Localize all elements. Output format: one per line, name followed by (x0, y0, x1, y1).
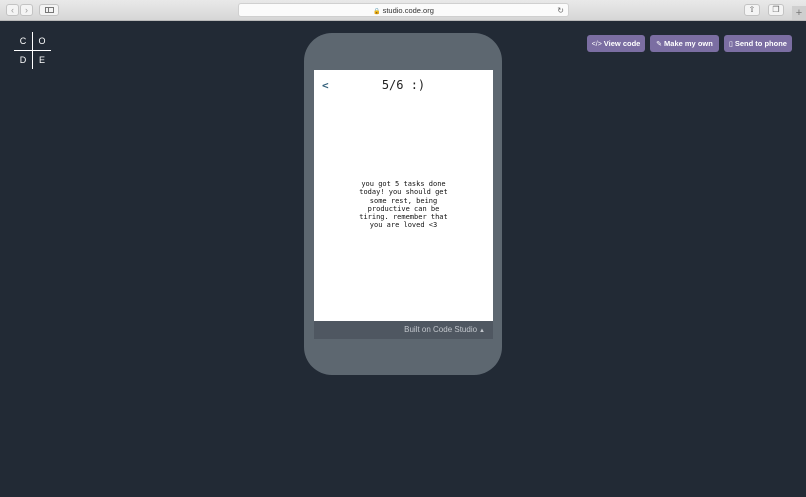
tabs-button[interactable]: ❐ (768, 4, 784, 16)
message-line: you are loved <3 (369, 221, 438, 230)
send-to-phone-button[interactable]: ▯ Send to phone (724, 35, 792, 52)
make-my-own-label: Make my own (664, 39, 713, 48)
code-icon: </> (591, 41, 602, 48)
caret-up-icon: ▲ (479, 328, 485, 334)
message-line: productive can be (367, 204, 440, 213)
tabs-icon: ❐ (772, 5, 780, 14)
view-code-label: View code (603, 39, 641, 48)
code-org-logo[interactable]: C O D E (14, 32, 51, 69)
message-line: you got 5 tasks done (361, 180, 446, 188)
address-bar[interactable]: 🔒 studio.code.org ↻ (238, 3, 569, 17)
logo-letter: E (33, 51, 51, 69)
message-line: some rest, being (369, 196, 438, 205)
lock-icon: 🔒 (373, 9, 381, 15)
url-text: studio.code.org (382, 6, 434, 15)
reload-icon[interactable]: ↻ (557, 4, 564, 17)
chevron-left-icon: ‹ (11, 5, 14, 15)
share-button[interactable]: ⇧ (744, 4, 760, 16)
make-my-own-button[interactable]: ✎ Make my own (650, 35, 719, 52)
message-line: tiring. remember that (359, 213, 448, 222)
plus-icon: + (795, 7, 803, 19)
screen-title: 5/6 :) (381, 78, 426, 92)
browser-toolbar: ‹ › 🔒 studio.code.org ↻ ⇧ ❐ + (0, 0, 806, 21)
share-icon: ⇧ (748, 5, 756, 14)
message-text: you got 5 tasks done today! you should g… (354, 180, 453, 230)
footer-label: Built on Code Studio (404, 325, 478, 334)
edit-icon: ✎ (656, 41, 663, 48)
built-on-code-studio-bar[interactable]: Built on Code Studio ▲ (314, 321, 493, 339)
view-code-button[interactable]: </> View code (587, 35, 645, 52)
phone-icon: ▯ (729, 41, 733, 48)
app-screen: < 5/6 :) you got 5 tasks done today! you… (314, 70, 493, 321)
sidebar-toggle-button[interactable] (39, 4, 59, 16)
message-line: today! you should get (359, 188, 448, 197)
phone-frame: < 5/6 :) you got 5 tasks done today! you… (304, 33, 502, 375)
new-tab-button[interactable]: + (792, 6, 806, 20)
chevron-right-icon: › (25, 5, 28, 15)
sidebar-icon (45, 7, 54, 13)
logo-letter: C (14, 32, 32, 50)
forward-button[interactable]: › (20, 4, 33, 16)
send-to-phone-label: Send to phone (734, 39, 787, 48)
back-button[interactable]: ‹ (6, 4, 19, 16)
logo-letter: O (33, 32, 51, 50)
logo-letter: D (14, 51, 32, 69)
